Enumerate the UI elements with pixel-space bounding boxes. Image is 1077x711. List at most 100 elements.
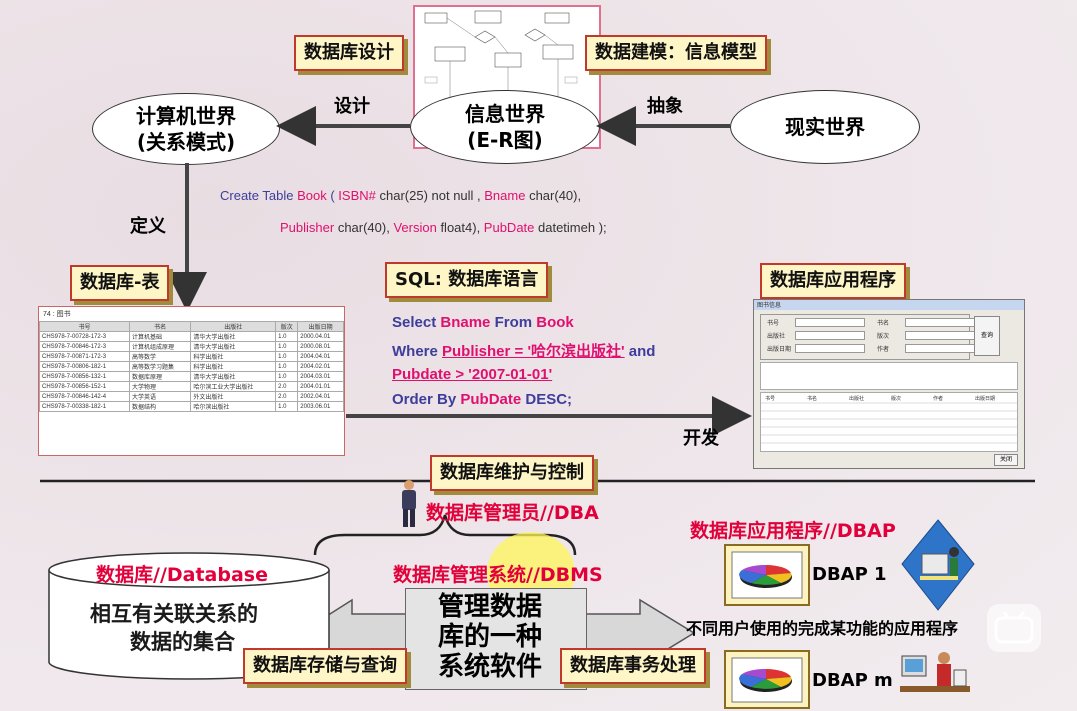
dbap-desc: 不同用户使用的完成某功能的应用程序 — [686, 619, 959, 638]
book-table-cell: 1.0 — [275, 371, 299, 382]
sql-token: Version — [393, 220, 437, 235]
form-field-input[interactable] — [905, 344, 975, 353]
design-arrow-label: 设计 — [334, 96, 370, 117]
sql-token: char(40), — [334, 220, 394, 235]
book-table-cell: 数据结构 — [129, 401, 192, 412]
book-table-cell: 2004.03.01 — [297, 371, 344, 382]
database-desc-line2: 数据的集合 — [130, 630, 235, 654]
form-field-input[interactable] — [795, 318, 865, 327]
form-field-input[interactable] — [795, 344, 865, 353]
book-table-thumbnail: 74 : 图书 书号 书名 出版社 版次 出版日期 CHS978-7-00728-172… — [38, 306, 345, 456]
book-table-row: CHS978-7-00856-152-1 大学物理 哈尔滨工业大学出版社 2.0 200… — [38, 381, 344, 392]
db-app-label: 数据库应用程序 — [760, 263, 906, 299]
book-table-cell: 1.0 — [275, 331, 299, 342]
sql-token: char(25) not null , — [375, 188, 485, 203]
sql-token: ( — [326, 188, 339, 203]
book-table-cell: 2003.06.01 — [297, 401, 344, 412]
book-table-cell: 数据库原理 — [129, 371, 192, 382]
result-grid-lines: 书号 书名 出版社 版次 作者 出版日期 — [761, 395, 1017, 444]
book-table-cell: CHS978-7-00806-182-1 — [38, 361, 131, 372]
db-maintenance-label: 数据库维护与控制 — [430, 455, 594, 491]
book-table-cell: 大学英语 — [129, 391, 192, 402]
book-table-cell: 大学物理 — [129, 381, 192, 392]
app-form-result-grid: 书号 书名 出版社 版次 作者 出版日期 — [760, 392, 1018, 452]
sql-token: ISBN# — [338, 188, 376, 203]
sql-token: datetimeh ); — [534, 220, 607, 235]
book-table-cell: 2004.04.01 — [297, 351, 344, 362]
book-table-cell: 哈尔滨工业大学出版社 — [190, 381, 277, 392]
app-form-close-button[interactable]: 关闭 — [994, 454, 1018, 466]
book-table-cell: 2000.08.01 — [297, 341, 344, 352]
book-table-cell: 哈尔滨出版社 — [190, 401, 277, 412]
book-table-cell: 计算机组成原理 — [129, 341, 192, 352]
book-table-cell: CHS978-7-00856-152-1 — [38, 381, 131, 392]
database-label: 数据库//Database — [96, 564, 268, 586]
book-table-cell: CHS978-7-00856-132-1 — [38, 371, 131, 382]
book-table-cell: 1.0 — [275, 341, 299, 352]
book-table-header: 出版日期 — [297, 321, 344, 332]
grid-header: 版次 — [891, 395, 901, 402]
book-table-cell: 1.0 — [275, 351, 299, 362]
book-table-cell: CHS978-7-00871-172-3 — [38, 351, 131, 362]
book-table-cell: 清华大学出版社 — [190, 331, 277, 342]
book-table-cell: 2004.02.01 — [297, 361, 344, 372]
book-table-cell: 2000.04.01 — [297, 331, 344, 342]
book-table-cell: 2.0 — [275, 381, 299, 392]
book-table-cell: 1.0 — [275, 401, 299, 412]
book-table-header: 书名 — [129, 321, 192, 332]
select-sql-token: Pubdate > '2007-01-01' — [392, 366, 553, 383]
develop-arrow-label: 开发 — [683, 428, 719, 449]
grid-header: 出版日期 — [975, 395, 995, 402]
form-field-input[interactable] — [905, 331, 975, 340]
form-field-label: 书名 — [877, 320, 890, 327]
app-form-text-area[interactable] — [760, 362, 1018, 390]
book-table-cell: 外文出版社 — [190, 391, 277, 402]
book-table-cell: 2002.04.01 — [297, 391, 344, 402]
book-table-row: CHS978-7-00856-132-1 数据库原理 清华大学出版社 1.0 2004.… — [38, 371, 344, 382]
sql-token: char(40), — [525, 188, 582, 203]
select-sql-token: PubDate — [460, 391, 522, 408]
sql-token: float4), — [436, 220, 484, 235]
form-field-label: 出版日期 — [767, 346, 792, 353]
dba-label: 数据库管理员//DBA — [426, 502, 599, 524]
select-sql-token: and — [624, 343, 656, 360]
book-table-row: CHS978-7-00871-172-3 高等数学 科学出版社 1.0 2004.04.… — [38, 351, 344, 362]
select-sql-line2: Where Publisher = '哈尔滨出版社' and — [392, 340, 655, 361]
select-sql-token: Book — [536, 314, 574, 331]
select-sql-token: Order By — [392, 391, 461, 408]
book-table-row: CHS978-7-00806-182-1 高等数学习题集 科学出版社 1.0 2004.… — [38, 361, 344, 372]
form-field-label: 版次 — [877, 333, 890, 340]
book-table-cell: 清华大学出版社 — [190, 371, 277, 382]
dbms-label: 数据库管理系统//DBMS — [393, 564, 603, 586]
form-field-input[interactable] — [905, 318, 975, 327]
app-form-query-button[interactable]: 查询 — [974, 316, 1000, 356]
app-form-thumbnail: 图书信息 书号 书名 出版社 版次 出版日期 作者 查询 书号 书名 出版社 版次 作者 出版日期 … — [753, 299, 1025, 469]
select-sql-line4: Order By PubDate DESC; — [392, 391, 572, 408]
book-table-row: CHS978-7-00846-172-3 计算机组成原理 清华大学出版社 1.0 200… — [38, 341, 344, 352]
select-sql-token: From — [490, 314, 537, 331]
form-field-label: 作者 — [877, 346, 890, 353]
form-field-input[interactable] — [795, 331, 865, 340]
form-field-label: 出版社 — [767, 333, 786, 340]
db-transaction-label: 数据库事务处理 — [560, 648, 706, 684]
app-form-titlebar: 图书信息 — [754, 300, 1024, 310]
book-table-header: 版次 — [275, 321, 299, 332]
dba-person-icon — [402, 480, 416, 527]
book-table: 书号 书名 出版社 版次 出版日期 CHS978-7-00728-172-3 计算机基础清… — [38, 321, 344, 412]
dbap-label: 数据库应用程序//DBAP — [690, 520, 896, 542]
sql-token: Bname — [484, 188, 526, 203]
grid-header: 作者 — [933, 395, 943, 402]
dbms-desc-line1: 管理数据 — [438, 592, 543, 622]
sql-language-label: SQL: 数据库语言 — [385, 262, 549, 298]
user-at-computer-icon — [901, 519, 975, 611]
book-table-cell: 科学出版社 — [190, 361, 277, 372]
dbap1-label: DBAP 1 — [812, 564, 887, 585]
book-table-header: 出版社 — [190, 321, 277, 332]
book-table-header: 书号 — [38, 321, 131, 332]
book-table-cell: 高等数学习题集 — [129, 361, 192, 372]
dbapm-label: DBAP m — [812, 670, 893, 691]
database-desc-line1: 相互有关联关系的 — [90, 602, 258, 626]
book-table-cell: CHS978-7-00338-182-1 — [38, 401, 131, 412]
create-sql-line2: Publisher char(40), Version float4), Pub… — [280, 220, 607, 235]
book-table-cell: 高等数学 — [129, 351, 192, 362]
